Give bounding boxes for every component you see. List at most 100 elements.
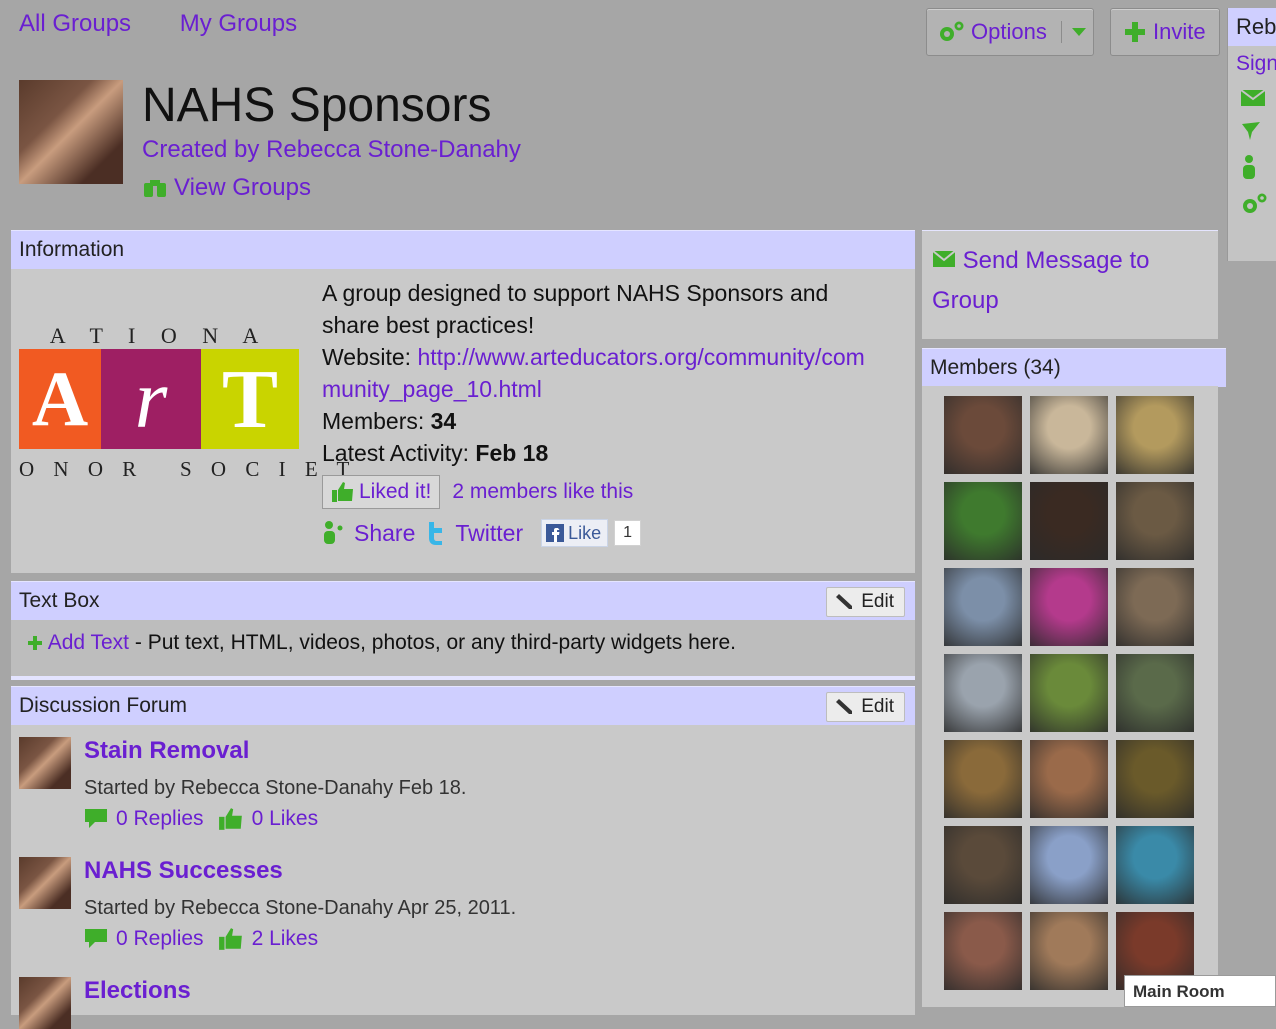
topic-stats: 0 Replies 2 Likes <box>84 927 318 951</box>
member-avatar[interactable] <box>1116 654 1194 732</box>
topic-title-link[interactable]: Elections <box>84 977 191 1005</box>
all-groups-link[interactable]: All Groups <box>19 10 131 37</box>
topic-likes-link[interactable]: 2 Likes <box>252 927 319 951</box>
topic-author-avatar[interactable] <box>19 977 71 1029</box>
forum-edit-label: Edit <box>861 696 894 717</box>
member-avatar[interactable] <box>944 654 1022 732</box>
topic-replies-link[interactable]: 0 Replies <box>116 807 204 831</box>
top-nav: All Groups My Groups <box>19 10 339 38</box>
member-avatar[interactable] <box>1030 482 1108 560</box>
member-avatar[interactable] <box>944 568 1022 646</box>
forum-edit-button[interactable]: Edit <box>826 692 905 722</box>
information-heading: Information <box>19 238 125 261</box>
created-by-link[interactable]: Created by Rebecca Stone-Danahy <box>142 136 521 164</box>
facebook-like-count: 1 <box>614 520 642 546</box>
member-avatar[interactable] <box>1030 568 1108 646</box>
activity-label: Latest Activity: <box>322 440 476 466</box>
share-icon <box>324 521 343 544</box>
website-label: Website: <box>322 344 418 370</box>
forum-body: Stain Removal Started by Rebecca Stone-D… <box>11 725 915 1029</box>
textbox-edit-button[interactable]: Edit <box>826 587 905 617</box>
textbox-edit-label: Edit <box>861 591 894 612</box>
view-groups-label: View Groups <box>174 174 311 201</box>
members-row: Members: 34 <box>322 405 882 437</box>
member-avatar[interactable] <box>1030 826 1108 904</box>
member-avatar[interactable] <box>1030 396 1108 474</box>
facebook-icon <box>546 524 565 542</box>
facebook-like-label: Like <box>568 523 602 543</box>
topic-author-avatar[interactable] <box>19 737 71 789</box>
sign-link[interactable]: Sign <box>1228 52 1276 76</box>
twitter-link[interactable]: Twitter <box>455 517 523 549</box>
send-message-box: Send Message to Group <box>922 230 1218 339</box>
members-count: 34 <box>430 408 457 434</box>
facebook-like-button[interactable]: Like <box>541 519 609 547</box>
comment-icon <box>85 929 107 948</box>
user-name-partial: Reb <box>1228 8 1276 46</box>
forum-header: Discussion Forum Edit <box>11 686 915 725</box>
member-avatar[interactable] <box>1116 740 1194 818</box>
like-row: Liked it! 2 members like this <box>322 475 882 509</box>
information-text: A group designed to support NAHS Sponsor… <box>322 277 882 549</box>
textbox-body: Add Text - Put text, HTML, videos, photo… <box>11 620 915 680</box>
topic-title-link[interactable]: NAHS Successes <box>84 857 283 885</box>
member-avatar[interactable] <box>1116 482 1194 560</box>
member-avatar[interactable] <box>1030 912 1108 990</box>
view-groups-link[interactable]: View Groups <box>142 174 311 202</box>
logo-tile-a: A <box>19 349 101 449</box>
activity-date: Feb 18 <box>475 440 549 466</box>
my-groups-link[interactable]: My Groups <box>180 10 297 37</box>
member-avatar[interactable] <box>1116 396 1194 474</box>
thumbs-up-icon <box>218 928 242 950</box>
chevron-down-icon[interactable] <box>1068 25 1090 39</box>
group-avatar[interactable] <box>19 80 123 184</box>
website-row: Website: http://www.arteducators.org/com… <box>322 341 882 405</box>
member-avatar[interactable] <box>1030 654 1108 732</box>
member-grid <box>944 396 1194 990</box>
user-side-panel: Reb Sign <box>1227 8 1276 261</box>
members-label: Members: <box>322 408 431 434</box>
topic-stats: 0 Replies 0 Likes <box>84 807 318 831</box>
member-avatar[interactable] <box>1116 826 1194 904</box>
gear-icon <box>940 21 964 41</box>
options-button[interactable]: Options <box>926 8 1094 56</box>
add-text-link[interactable]: Add Text <box>48 631 129 654</box>
member-avatar[interactable] <box>1116 568 1194 646</box>
member-avatar[interactable] <box>944 396 1022 474</box>
logo-tiles: A r T <box>19 349 299 449</box>
topic-likes-link[interactable]: 0 Likes <box>252 807 319 831</box>
envelope-icon[interactable] <box>1240 88 1266 108</box>
member-avatar[interactable] <box>944 740 1022 818</box>
liked-button[interactable]: Liked it! <box>322 475 441 509</box>
chat-main-room-tab[interactable]: Main Room <box>1124 975 1276 1007</box>
members-like-link[interactable]: 2 members like this <box>452 476 633 508</box>
logo-bottom-text: O N O R S O C I E T <box>19 457 357 481</box>
group-description: A group designed to support NAHS Sponsor… <box>322 280 829 338</box>
person-icon[interactable] <box>1240 154 1258 180</box>
forum-heading: Discussion Forum <box>19 694 188 717</box>
member-avatar[interactable] <box>944 912 1022 990</box>
topic-meta: Started by Rebecca Stone-Danahy Feb 18. <box>84 777 467 799</box>
pencil-icon <box>836 594 853 609</box>
pin-icon[interactable] <box>1240 120 1262 142</box>
members-heading[interactable]: Members (34) <box>930 356 1061 379</box>
nahs-logo: A T I O N A A r T O N O R S O C I E T <box>19 323 357 483</box>
comment-icon <box>85 809 107 828</box>
member-avatar[interactable] <box>944 826 1022 904</box>
member-avatar[interactable] <box>944 482 1022 560</box>
members-body <box>922 386 1218 1007</box>
topic-title-link[interactable]: Stain Removal <box>84 737 249 765</box>
logo-tile-t: T <box>201 349 299 449</box>
share-link[interactable]: Share <box>354 517 415 549</box>
information-header: Information <box>11 230 915 269</box>
textbox-header: Text Box Edit <box>11 581 915 620</box>
invite-button[interactable]: Invite <box>1110 8 1220 56</box>
gear-icon[interactable] <box>1240 192 1270 216</box>
topic-meta: Started by Rebecca Stone-Danahy Apr 25, … <box>84 897 517 919</box>
member-avatar[interactable] <box>1030 740 1108 818</box>
topic-replies-link[interactable]: 0 Replies <box>116 927 204 951</box>
topic-author-avatar[interactable] <box>19 857 71 909</box>
pencil-icon <box>836 699 853 714</box>
send-message-link[interactable]: Send Message to Group <box>932 241 1192 321</box>
liked-label: Liked it! <box>359 480 432 503</box>
